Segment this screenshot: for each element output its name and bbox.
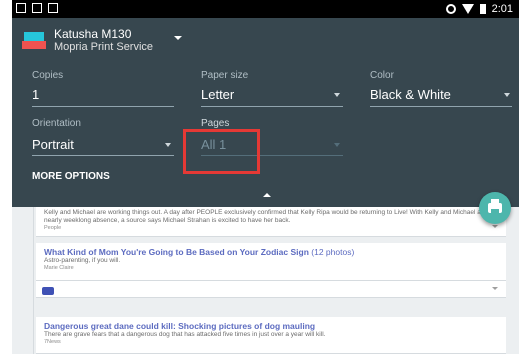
card-source: People — [44, 225, 62, 231]
pages-dropdown-icon[interactable] — [334, 143, 340, 147]
more-options-button[interactable]: MORE OPTIONS — [32, 171, 110, 182]
battery-icon — [479, 4, 486, 14]
system-icons: 2:01 — [445, 3, 513, 15]
card-title[interactable]: What Kind of Mom You're Going to Be Base… — [44, 247, 498, 257]
screenshot-icon — [32, 3, 42, 13]
card-title[interactable]: Dangerous great dane could kill: Shockin… — [44, 321, 498, 331]
link-icon — [42, 287, 54, 295]
printer-name: Katusha M130 — [54, 27, 132, 41]
news-feed: Kelly and Michael are working things out… — [12, 207, 519, 354]
print-button[interactable] — [479, 192, 511, 224]
color-underline — [370, 106, 512, 107]
card-divider-row — [36, 281, 506, 298]
copies-input[interactable]: 1 — [32, 87, 39, 102]
color-label: Color — [370, 70, 394, 81]
copies-label: Copies — [32, 70, 64, 81]
orientation-dropdown-icon[interactable] — [165, 143, 171, 147]
orientation-underline — [32, 155, 174, 156]
news-card[interactable]: What Kind of Mom You're Going to Be Base… — [36, 243, 506, 281]
printer-icon — [488, 199, 502, 213]
card-summary: Kelly and Michael are working things out… — [44, 209, 496, 224]
copies-underline — [32, 106, 174, 107]
paper-size-underline — [201, 106, 343, 107]
printer-selector[interactable]: Katusha M130 Mopria Print Service — [22, 28, 153, 53]
card-title-text: What Kind of Mom You're Going to Be Base… — [44, 247, 309, 257]
card-source: Marie Claire — [44, 265, 74, 271]
sync-icon — [445, 4, 456, 14]
notification-icons — [16, 3, 58, 13]
color-dropdown-icon[interactable] — [504, 93, 510, 97]
paper-size-label: Paper size — [201, 70, 249, 81]
news-card[interactable]: Dangerous great dane could kill: Shockin… — [36, 317, 506, 354]
paper-size-select[interactable]: Letter — [201, 87, 234, 102]
orientation-select[interactable]: Portrait — [32, 137, 74, 152]
card-source: 7News — [44, 339, 61, 345]
device-screen: 2:01 Katusha M130 Mopria Print Service C… — [12, 0, 519, 354]
color-select[interactable]: Black & White — [370, 87, 451, 102]
printer-dropdown-icon[interactable] — [174, 36, 182, 40]
collapse-chevron-icon[interactable] — [263, 193, 271, 197]
orientation-label: Orientation — [32, 118, 81, 129]
wifi-icon — [461, 4, 474, 14]
pages-highlight-box — [183, 129, 260, 174]
clock: 2:01 — [491, 3, 513, 15]
status-bar: 2:01 — [12, 0, 519, 18]
paper-size-dropdown-icon[interactable] — [334, 93, 340, 97]
screenshot-frame: 2:01 Katusha M130 Mopria Print Service C… — [0, 0, 531, 354]
pages-label: Pages — [201, 118, 230, 129]
mopria-logo-icon — [22, 29, 46, 53]
file-icon — [48, 3, 58, 13]
news-card[interactable]: Kelly and Michael are working things out… — [36, 207, 506, 237]
cast-icon — [16, 3, 26, 13]
card-summary: There are grave fears that a dangerous d… — [44, 331, 326, 338]
expand-chevron-icon[interactable] — [492, 225, 498, 228]
card-summary: Astro-parenting, if you will. — [44, 257, 121, 264]
expand-chevron-icon[interactable] — [492, 287, 498, 290]
printer-service: Mopria Print Service — [54, 41, 154, 53]
print-options-panel: Katusha M130 Mopria Print Service Copies… — [12, 18, 519, 207]
card-photo-count: (12 photos) — [311, 247, 355, 257]
